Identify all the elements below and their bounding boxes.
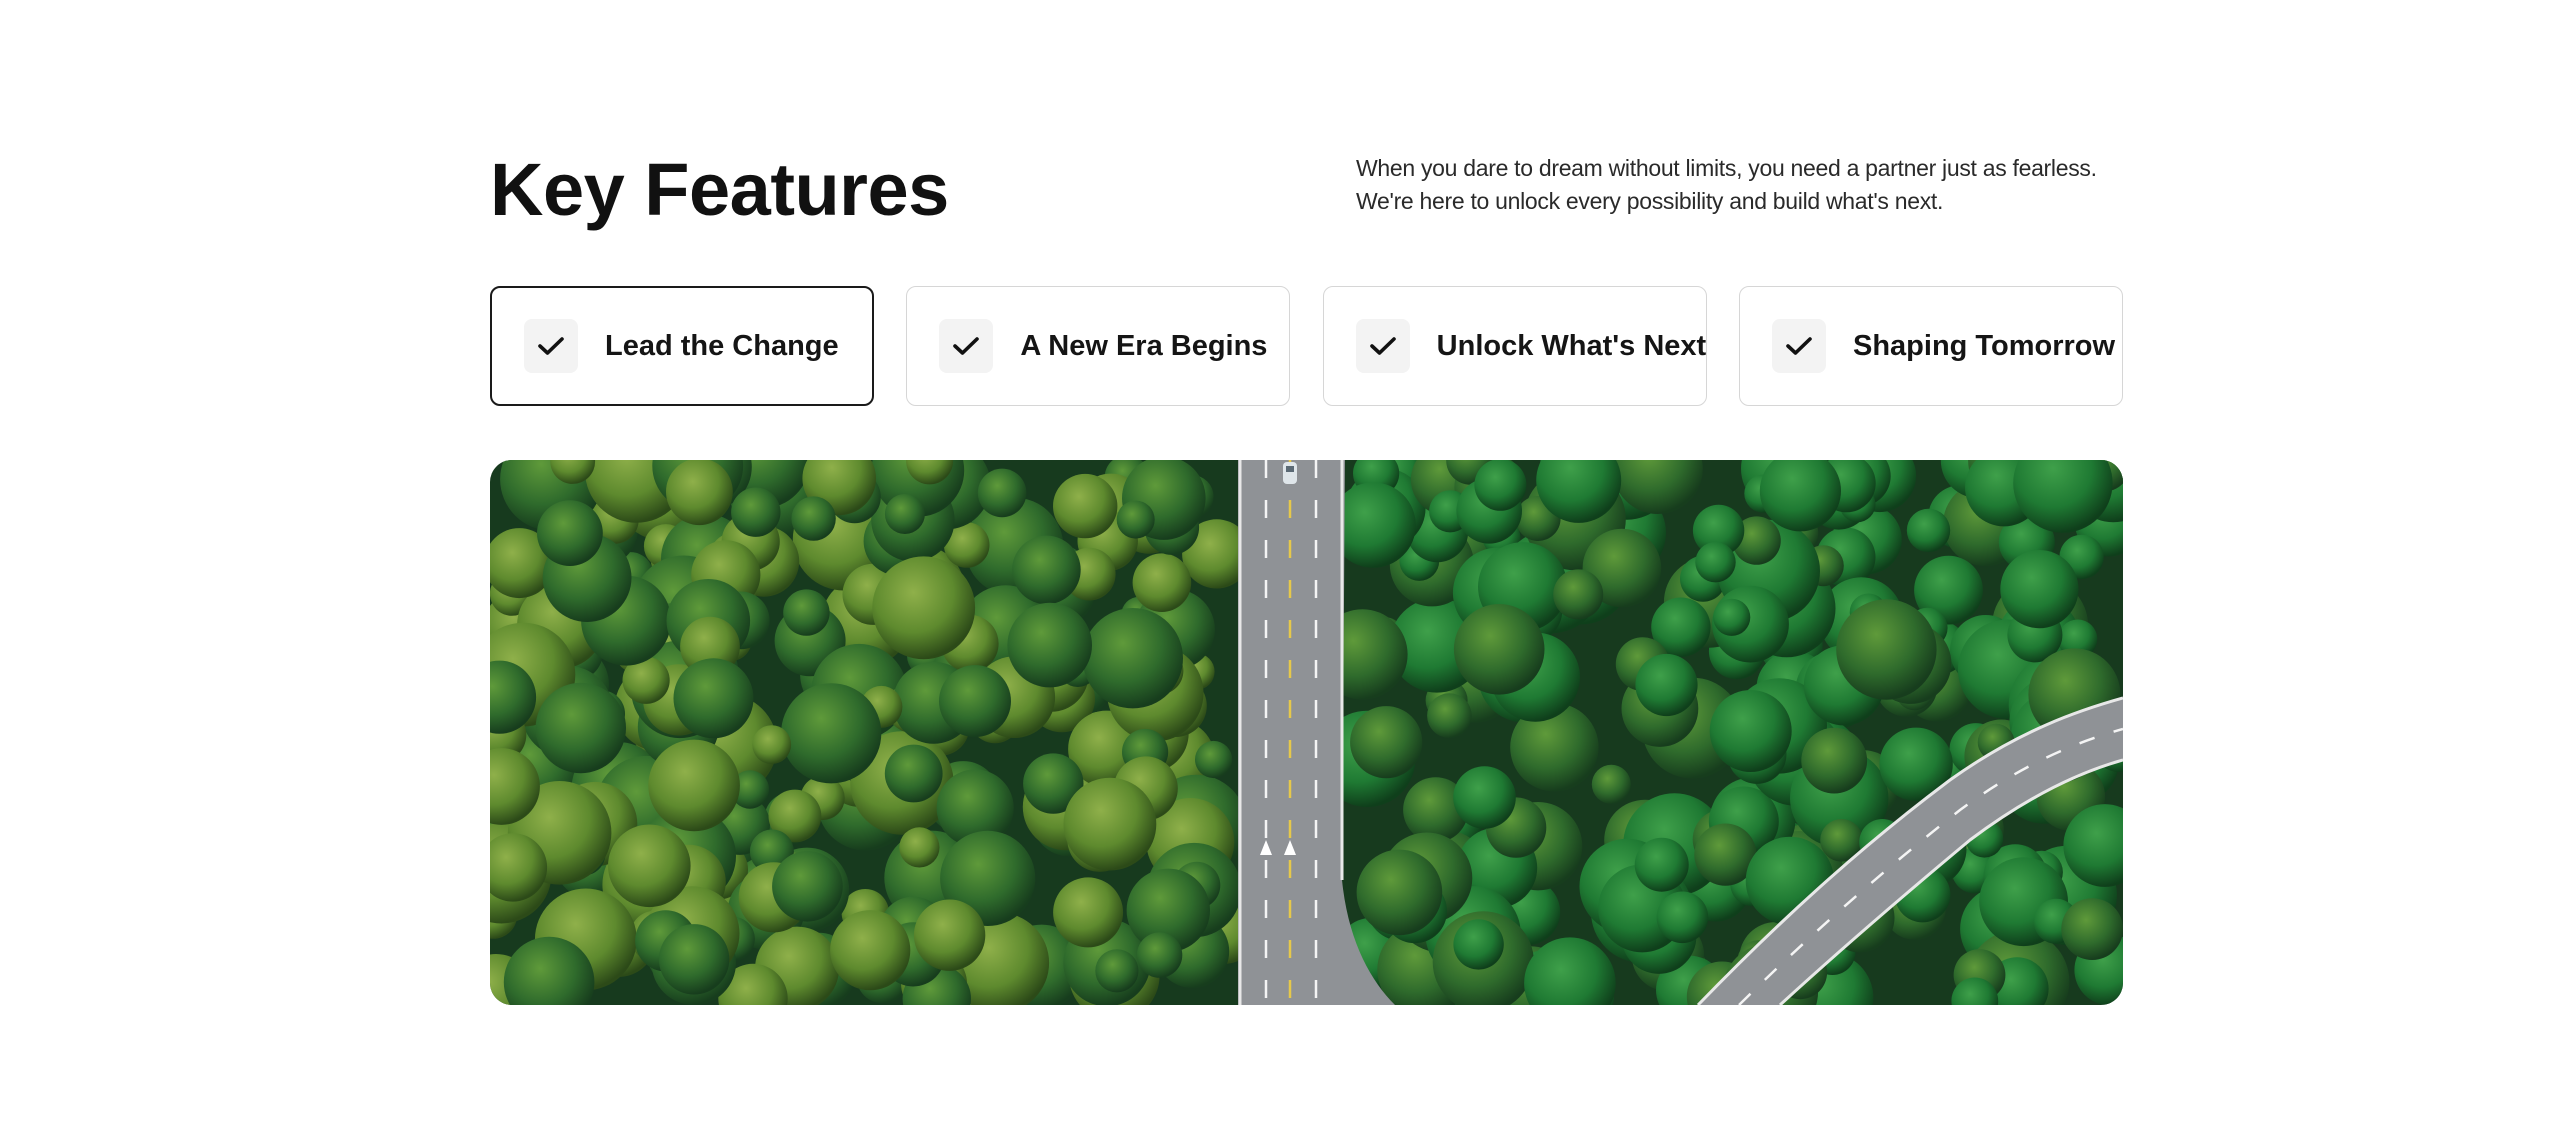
feature-card-a-new-era-begins[interactable]: A New Era Begins <box>906 286 1291 406</box>
key-features-section: Key Features When you dare to dream with… <box>490 140 2123 1005</box>
tree-canopy <box>537 500 603 566</box>
tree-canopy <box>1709 690 1792 772</box>
tree-canopy <box>1116 500 1155 539</box>
tree-canopy <box>1453 604 1545 695</box>
hero-image <box>490 460 2123 1005</box>
tree-canopy <box>1474 460 1527 511</box>
tree-canopy <box>658 924 730 995</box>
tree-canopy <box>1053 877 1124 948</box>
tree-canopy <box>977 468 1027 518</box>
check-icon <box>1355 319 1410 373</box>
tree-canopy <box>1656 891 1709 944</box>
tree-canopy <box>872 556 976 660</box>
tree-canopy <box>899 827 940 868</box>
tree-canopy <box>1095 949 1139 993</box>
tree-canopy <box>535 682 626 774</box>
tree-canopy <box>781 683 882 784</box>
tree-canopy <box>1453 919 1504 970</box>
check-icon <box>939 319 994 373</box>
feature-cards: Lead the Change A New Era Begins Unlock … <box>490 286 2123 406</box>
feature-card-shaping-tomorrow[interactable]: Shaping Tomorrow <box>1738 286 2123 406</box>
feature-card-label: Lead the Change <box>605 329 839 362</box>
tree-canopy <box>1007 602 1092 688</box>
tree-canopy <box>1634 837 1689 892</box>
tree-canopy <box>1695 542 1736 583</box>
check-icon <box>1771 319 1826 373</box>
tree-canopy <box>884 744 943 803</box>
tree-canopy <box>884 494 925 534</box>
tree-canopy <box>1012 535 1081 605</box>
tree-canopy <box>1635 653 1698 717</box>
section-header: Key Features When you dare to dream with… <box>490 140 2123 280</box>
tree-canopy <box>791 496 836 541</box>
tree-canopy <box>752 725 792 764</box>
feature-card-lead-the-change[interactable]: Lead the Change <box>490 286 874 406</box>
section-title: Key Features <box>490 148 949 231</box>
tree-canopy <box>1906 508 1951 553</box>
tree-canopy <box>1553 569 1604 620</box>
check-icon <box>524 319 578 373</box>
tree-canopy <box>1836 599 1937 700</box>
tree-canopy <box>666 460 733 526</box>
tree-canopy <box>673 658 754 739</box>
section-description: When you dare to dream without limits, y… <box>1356 155 2097 214</box>
tree-canopy <box>731 487 781 537</box>
tree-canopy <box>1453 766 1516 829</box>
aerial-forest-road-image <box>490 460 2123 1005</box>
tree-canopy <box>1713 598 1751 636</box>
tree-canopy <box>830 910 911 991</box>
tree-canopy <box>772 851 843 922</box>
tree-canopy <box>1350 706 1423 779</box>
feature-card-label: A New Era Begins <box>1020 329 1268 362</box>
feature-card-label: Unlock What's Next <box>1436 329 1707 362</box>
tree-canopy <box>939 665 1011 738</box>
tree-canopy <box>648 739 740 832</box>
tree-canopy <box>1356 849 1443 936</box>
tree-canopy <box>1195 740 1233 779</box>
tree-canopy <box>913 899 986 971</box>
tree-canopy <box>1427 693 1472 738</box>
tree-canopy <box>1063 777 1157 871</box>
tree-canopy <box>608 824 691 908</box>
tree-canopy <box>1082 608 1183 709</box>
tree-canopy <box>2061 898 2123 960</box>
tree-canopy <box>2000 550 2079 629</box>
tree-canopy <box>783 589 830 636</box>
tree-canopy <box>1136 932 1183 978</box>
feature-card-unlock-whats-next[interactable]: Unlock What's Next <box>1322 286 1707 406</box>
tree-canopy <box>1132 553 1192 612</box>
feature-card-label: Shaping Tomorrow <box>1852 329 2116 362</box>
tree-canopy <box>1591 764 1631 804</box>
tree-canopy <box>1053 473 1118 539</box>
tree-canopy <box>1801 727 1868 794</box>
